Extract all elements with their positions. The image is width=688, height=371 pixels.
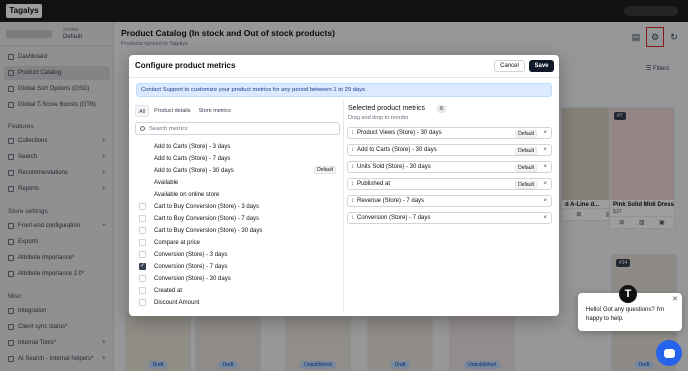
chat-avatar: T bbox=[619, 285, 637, 303]
checkbox[interactable] bbox=[139, 287, 146, 294]
list-item[interactable]: ✓ Conversion (Store) - 7 days bbox=[135, 261, 340, 272]
checkbox[interactable] bbox=[139, 215, 146, 222]
metric-label: Conversion (Store) - 30 days bbox=[154, 275, 231, 282]
tab-product-details[interactable]: Product details bbox=[151, 105, 193, 117]
metric-label: Cart to Buy Conversion (Store) - 3 days bbox=[154, 203, 260, 210]
chat-message: Hello! Got any questions? I'm happy to h… bbox=[586, 307, 665, 322]
selected-metric-row[interactable]: ↕ Conversion (Store) - 7 days × bbox=[347, 212, 552, 224]
drag-handle-icon[interactable]: ↕ bbox=[351, 215, 354, 221]
metric-label: Created at bbox=[154, 287, 183, 294]
selected-metric-row[interactable]: ↕ Product Views (Store) - 30 days Defaul… bbox=[347, 127, 552, 139]
checkbox[interactable] bbox=[139, 227, 146, 234]
selected-metrics-title: Selected product metrics bbox=[348, 105, 426, 112]
selected-metric-row[interactable]: ↕ Revenue (Store) - 7 days × bbox=[347, 195, 552, 207]
default-badge: Default bbox=[314, 166, 336, 174]
list-item[interactable]: Available bbox=[135, 177, 340, 188]
chat-launcher-button[interactable] bbox=[656, 340, 682, 366]
drag-handle-icon[interactable]: ↕ bbox=[351, 181, 354, 187]
tab-all[interactable]: All bbox=[135, 105, 150, 117]
drag-handle-icon[interactable]: ↕ bbox=[351, 198, 354, 204]
column-divider bbox=[343, 101, 344, 311]
checkbox-checked[interactable]: ✓ bbox=[139, 263, 146, 270]
metric-label: Discount Amount bbox=[154, 299, 200, 306]
list-item[interactable]: Created at bbox=[135, 285, 340, 296]
metrics-list: Add to Carts (Store) - 3 days Add to Car… bbox=[135, 141, 340, 310]
list-item[interactable]: Add to Carts (Store) - 7 days bbox=[135, 153, 340, 164]
list-item[interactable]: Cart to Buy Conversion (Store) - 3 days bbox=[135, 201, 340, 212]
metric-label: Cart to Buy Conversion (Store) - 30 days bbox=[154, 227, 263, 234]
list-item[interactable]: Add to Carts (Store) - 3 days bbox=[135, 141, 340, 152]
metric-label: Compare at price bbox=[154, 239, 201, 246]
info-banner: Contact Support to customize your produc… bbox=[136, 83, 552, 97]
metric-label: Add to Carts (Store) - 7 days bbox=[154, 155, 231, 162]
selected-metric-label: Units Sold (Store) - 30 days bbox=[357, 164, 431, 170]
remove-icon[interactable]: × bbox=[543, 146, 547, 153]
metric-label: Add to Carts (Store) - 3 days bbox=[154, 143, 231, 150]
modal-title: Configure product metrics bbox=[135, 61, 236, 70]
search-box bbox=[135, 122, 340, 135]
cancel-button[interactable]: Cancel bbox=[494, 60, 525, 72]
close-icon[interactable]: ✕ bbox=[672, 295, 678, 303]
list-item[interactable]: Available on online store bbox=[135, 189, 340, 200]
selected-count-badge: 6 bbox=[437, 105, 446, 113]
chat-bubble-icon bbox=[663, 348, 675, 358]
remove-icon[interactable]: × bbox=[543, 197, 547, 204]
selected-metric-label: Add to Carts (Store) - 30 days bbox=[357, 147, 437, 153]
drag-handle-icon[interactable]: ↕ bbox=[351, 164, 354, 170]
selected-metrics-hint: Drag and drop to reorder bbox=[348, 115, 409, 121]
search-metrics-input[interactable] bbox=[149, 125, 329, 132]
configure-metrics-modal: Configure product metrics Cancel Save Co… bbox=[129, 55, 559, 316]
drag-handle-icon[interactable]: ↕ bbox=[351, 130, 354, 136]
list-item[interactable]: Conversion (Store) - 30 days bbox=[135, 273, 340, 284]
selected-metric-label: Published at bbox=[357, 181, 391, 187]
search-icon bbox=[140, 126, 145, 131]
checkbox[interactable] bbox=[139, 251, 146, 258]
selected-metric-label: Product Views (Store) - 30 days bbox=[357, 130, 442, 136]
checkbox[interactable] bbox=[139, 203, 146, 210]
checkbox[interactable] bbox=[139, 299, 146, 306]
divider bbox=[129, 77, 559, 78]
remove-icon[interactable]: × bbox=[543, 129, 547, 136]
metric-label: Conversion (Store) - 7 days bbox=[154, 263, 228, 270]
metric-label: Available on online store bbox=[154, 191, 220, 198]
list-item[interactable]: Cart to Buy Conversion (Store) - 7 days bbox=[135, 213, 340, 224]
save-button[interactable]: Save bbox=[529, 60, 554, 72]
list-item[interactable]: Compare at price bbox=[135, 237, 340, 248]
default-badge: Default bbox=[515, 130, 537, 138]
selected-metric-row[interactable]: ↕ Published at Default × bbox=[347, 178, 552, 190]
checkbox[interactable] bbox=[139, 239, 146, 246]
default-badge: Default bbox=[515, 164, 537, 172]
remove-icon[interactable]: × bbox=[543, 163, 547, 170]
list-item[interactable]: Conversion (Store) - 3 days bbox=[135, 249, 340, 260]
drag-handle-icon[interactable]: ↕ bbox=[351, 147, 354, 153]
selected-metric-label: Revenue (Store) - 7 days bbox=[357, 198, 425, 204]
list-item[interactable]: Add to Carts (Store) - 30 days Default bbox=[135, 165, 340, 176]
tab-store-metrics[interactable]: Store metrics bbox=[196, 105, 234, 117]
remove-icon[interactable]: × bbox=[543, 180, 547, 187]
selected-metric-row[interactable]: ↕ Units Sold (Store) - 30 days Default × bbox=[347, 161, 552, 173]
default-badge: Default bbox=[515, 181, 537, 189]
list-item[interactable]: Discount Amount bbox=[135, 297, 340, 308]
selected-metric-label: Conversion (Store) - 7 days bbox=[357, 215, 431, 221]
metric-label: Cart to Buy Conversion (Store) - 7 days bbox=[154, 215, 260, 222]
checkbox[interactable] bbox=[139, 275, 146, 282]
metric-label: Conversion (Store) - 3 days bbox=[154, 251, 228, 258]
remove-icon[interactable]: × bbox=[543, 214, 547, 221]
metric-tabs: All Product details Store metrics bbox=[135, 105, 234, 117]
list-item[interactable]: Cart to Buy Conversion (Store) - 30 days bbox=[135, 225, 340, 236]
metric-label: Add to Carts (Store) - 30 days bbox=[154, 167, 234, 174]
selected-metric-row[interactable]: ↕ Add to Carts (Store) - 30 days Default… bbox=[347, 144, 552, 156]
chat-popup: T ✕ Hello! Got any questions? I'm happy … bbox=[578, 285, 682, 331]
default-badge: Default bbox=[515, 147, 537, 155]
metric-label: Available bbox=[154, 179, 179, 186]
